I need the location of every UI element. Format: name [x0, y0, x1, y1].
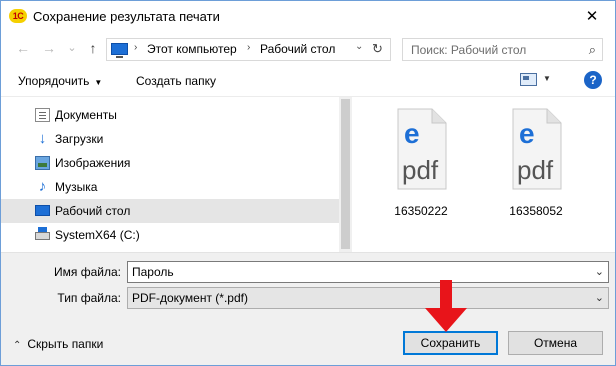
- breadcrumb-desktop[interactable]: Рабочий стол: [260, 42, 335, 56]
- sidebar-item-label: Изображения: [55, 156, 131, 170]
- save-dialog: 1С Сохранение результата печати ✕ ← → ⌄ …: [0, 0, 616, 366]
- pdf-file-icon: e pdf: [512, 108, 562, 190]
- address-dropdown-icon[interactable]: ⌄: [355, 41, 363, 52]
- back-icon[interactable]: ←: [15, 40, 31, 56]
- up-icon[interactable]: ↑: [85, 40, 101, 56]
- filename-field[interactable]: ⌄: [127, 261, 609, 283]
- chevron-up-icon: ⌃: [13, 340, 22, 351]
- file-item[interactable]: e pdf 16350222: [380, 107, 462, 227]
- sidebar-item-label: Рабочий стол: [55, 204, 131, 218]
- red-arrow-icon: [425, 280, 467, 332]
- search-input[interactable]: Поиск: Рабочий стол ⌕: [402, 38, 603, 61]
- documents-icon: [35, 108, 50, 122]
- content-area: Документы ↓ Загрузки Изображения ♪ Музык…: [1, 96, 615, 253]
- breadcrumb-separator[interactable]: ›: [247, 42, 250, 53]
- sidebar-item-music[interactable]: ♪ Музыка: [1, 175, 339, 199]
- sidebar-scrollbar[interactable]: [339, 97, 352, 253]
- refresh-icon[interactable]: ↻: [372, 41, 383, 57]
- sidebar-item-label: Музыка: [55, 180, 98, 194]
- sidebar-item-drive-c[interactable]: SystemX64 (C:): [1, 223, 339, 247]
- music-icon: ♪: [38, 178, 47, 195]
- navigation-bar: ← → ⌄ ↑ › Этот компьютер › Рабочий стол …: [1, 33, 615, 65]
- pdf-label: pdf: [517, 155, 554, 185]
- hide-folders-label: Скрыть папки: [27, 337, 104, 351]
- toolbar: Упорядочить ▼ Создать папку ▼ ?: [1, 67, 615, 95]
- scrollbar-thumb[interactable]: [341, 99, 350, 249]
- app-logo-icon: 1С: [9, 9, 27, 23]
- breadcrumb-separator[interactable]: ›: [134, 42, 137, 53]
- pictures-icon: [35, 156, 50, 170]
- sidebar-item-downloads[interactable]: ↓ Загрузки: [1, 127, 339, 151]
- filetype-select[interactable]: PDF-документ (*.pdf) ⌄: [127, 287, 609, 309]
- drive-icon: [35, 227, 50, 240]
- close-button[interactable]: ✕: [577, 4, 607, 30]
- pdf-file-icon: e pdf: [397, 108, 447, 190]
- save-form: Имя файла: ⌄ Тип файла: PDF-документ (*.…: [1, 252, 615, 365]
- sidebar-item-label: Загрузки: [55, 132, 104, 146]
- filetype-label: Тип файла:: [57, 291, 121, 305]
- cancel-button[interactable]: Отмена: [508, 331, 603, 355]
- chevron-down-icon[interactable]: ⌄: [595, 265, 604, 278]
- recent-locations-icon[interactable]: ⌄: [64, 40, 80, 56]
- computer-icon: [111, 43, 128, 58]
- search-icon[interactable]: ⌕: [589, 42, 596, 58]
- edge-logo-letter: e: [519, 118, 535, 149]
- sidebar-item-desktop[interactable]: Рабочий стол: [1, 199, 339, 223]
- forward-icon[interactable]: →: [41, 40, 57, 56]
- pdf-label: pdf: [402, 155, 439, 185]
- file-item[interactable]: e pdf 16358052: [495, 107, 577, 227]
- new-folder-button[interactable]: Создать папку: [136, 74, 216, 88]
- search-placeholder: Поиск: Рабочий стол: [411, 43, 527, 57]
- edge-logo-letter: e: [404, 118, 420, 149]
- title-bar: 1С Сохранение результата печати ✕: [1, 1, 615, 33]
- file-name: 16350222: [394, 204, 448, 218]
- help-icon[interactable]: ?: [584, 71, 602, 89]
- desktop-icon: [35, 205, 50, 216]
- file-list: e pdf 16350222 e pdf 16358052: [352, 97, 615, 253]
- file-name: 16358052: [509, 204, 563, 218]
- sidebar-item-label: SystemX64 (C:): [55, 228, 140, 242]
- filename-input[interactable]: [128, 262, 588, 282]
- navigation-pane: Документы ↓ Загрузки Изображения ♪ Музык…: [1, 97, 339, 253]
- breadcrumb-this-pc[interactable]: Этот компьютер: [147, 42, 237, 56]
- downloads-icon: ↓: [38, 130, 47, 147]
- chevron-down-icon[interactable]: ⌄: [595, 291, 604, 304]
- organize-dropdown-icon: ▼: [94, 78, 103, 87]
- filetype-value: PDF-документ (*.pdf): [132, 291, 248, 305]
- hide-folders-button[interactable]: ⌃ Скрыть папки: [13, 337, 103, 351]
- sidebar-item-pictures[interactable]: Изображения: [1, 151, 339, 175]
- view-dropdown-icon[interactable]: ▼: [543, 74, 551, 83]
- filename-label: Имя файла:: [54, 265, 121, 279]
- sidebar-item-label: Документы: [55, 108, 117, 122]
- save-button[interactable]: Сохранить: [403, 331, 498, 355]
- sidebar-item-documents[interactable]: Документы: [1, 103, 339, 127]
- organize-button[interactable]: Упорядочить ▼: [18, 74, 102, 88]
- organize-label: Упорядочить: [18, 74, 90, 88]
- window-title: Сохранение результата печати: [33, 9, 220, 24]
- view-options-icon[interactable]: [520, 73, 537, 86]
- address-bar[interactable]: › Этот компьютер › Рабочий стол ⌄ ↻: [106, 38, 391, 61]
